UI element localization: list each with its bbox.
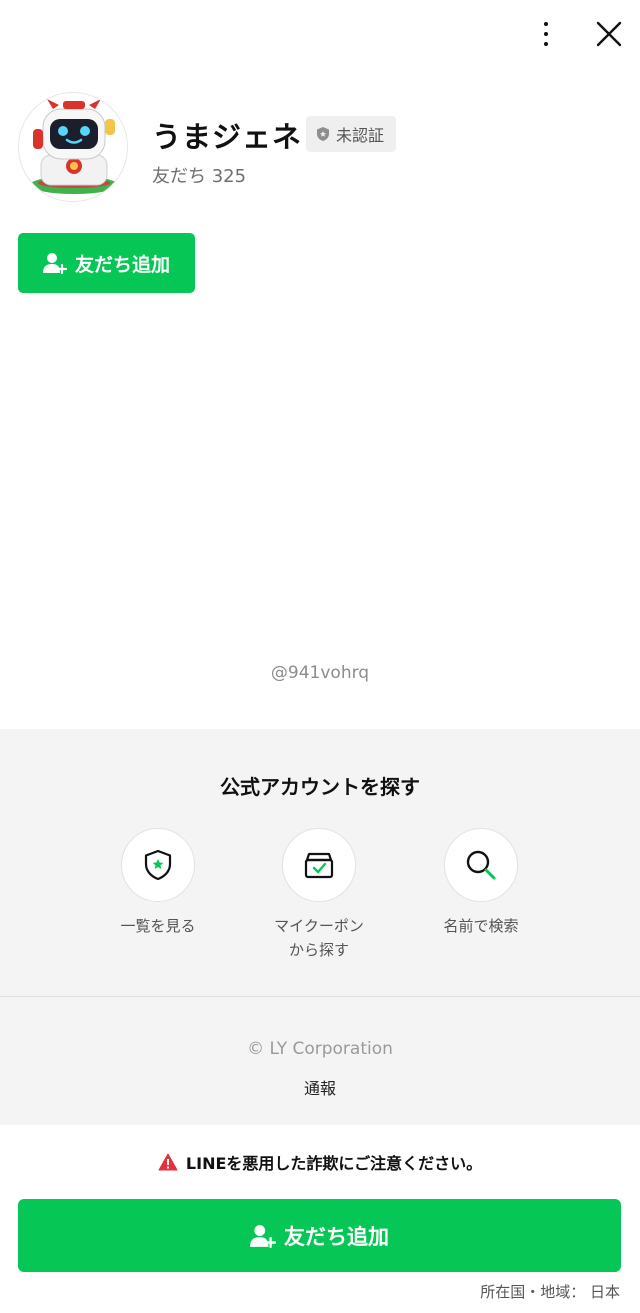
- account-id: @941vohrq: [270, 663, 370, 683]
- shortcut-circle: [282, 828, 356, 902]
- shortcut-circle: [444, 828, 518, 902]
- account-name: うまジェネ: [152, 120, 303, 154]
- friends-count: 友だち 325: [152, 166, 247, 187]
- fraud-warning: LINEを悪用した詐欺にご注意ください。: [0, 1150, 640, 1174]
- shield-icon: [317, 127, 329, 141]
- profile-header: うまジェネ 未認証 友だち 325: [18, 92, 618, 202]
- discover-title: 公式アカウントを探す: [220, 775, 420, 799]
- top-bar: [0, 0, 640, 70]
- search-icon: [466, 850, 496, 880]
- coupon-box-icon: [304, 852, 334, 879]
- add-friend-cta-label: 友だち追加: [284, 1224, 389, 1249]
- close-icon[interactable]: [593, 18, 625, 50]
- shortcut-circle: [121, 828, 195, 902]
- warning-text: LINEを悪用した詐欺にご注意ください。: [185, 1154, 483, 1173]
- browse-list-shortcut[interactable]: 一覧を見る: [78, 828, 238, 938]
- report-link[interactable]: 通報: [0, 1075, 640, 1099]
- badge-label: 未認証: [336, 126, 385, 145]
- add-friend-button[interactable]: 友だち追加: [18, 233, 195, 293]
- discover-section: 公式アカウントを探す 一覧を見る マイクーポン から探す 名前で検索 © LY …: [0, 729, 640, 1125]
- shortcut-label: 一覧を見る: [120, 917, 196, 935]
- region-text: 所在国・地域： 日本: [480, 1283, 620, 1301]
- shield-star-icon: [144, 849, 172, 881]
- warning-triangle-icon: [158, 1153, 178, 1171]
- shortcut-label: マイクーポン から探す: [274, 917, 364, 959]
- divider: [0, 996, 640, 997]
- unverified-badge: 未認証: [306, 116, 397, 152]
- copyright-text: © LY Corporation: [247, 1039, 393, 1059]
- add-friend-label: 友だち追加: [74, 253, 170, 276]
- add-friend-cta-button[interactable]: 友だち追加: [18, 1199, 621, 1272]
- add-person-icon: [42, 253, 67, 274]
- shortcut-label: 名前で検索: [443, 917, 519, 935]
- name-search-shortcut[interactable]: 名前で検索: [401, 828, 561, 938]
- coupon-shortcut[interactable]: マイクーポン から探す: [239, 828, 399, 962]
- add-person-icon: [250, 1224, 276, 1248]
- avatar[interactable]: [18, 92, 128, 202]
- more-options-icon[interactable]: [530, 18, 562, 50]
